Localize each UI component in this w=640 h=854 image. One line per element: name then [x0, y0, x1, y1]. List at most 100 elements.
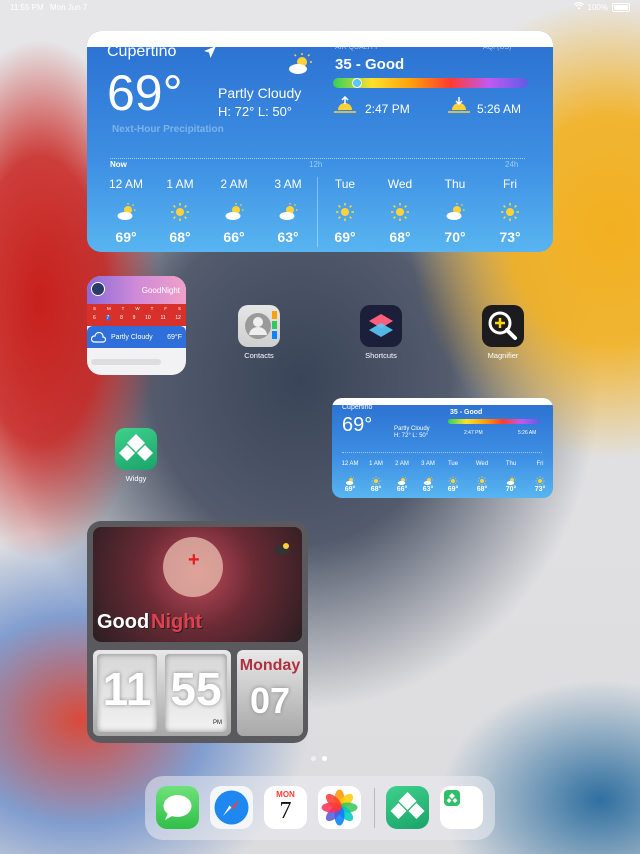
weather-temp: 69°	[107, 65, 183, 121]
mini-weather: Partly Cloudy 69°F	[87, 326, 186, 348]
app-shortcuts[interactable]: Shortcuts	[354, 305, 408, 360]
app-magnifier[interactable]: Magnifier	[476, 305, 530, 360]
hourly-temp: 66°	[223, 229, 245, 245]
greeting-night: Night	[151, 611, 203, 633]
mini-cloud-icon	[90, 331, 107, 349]
goodnight-title: GoodNight	[141, 286, 180, 295]
hourly-label: 1 AM	[166, 177, 194, 191]
calendar-date: 8	[120, 315, 123, 321]
app-label: Shortcuts	[365, 351, 397, 360]
daily-small-temp: 73°	[534, 486, 546, 493]
aqi-bar	[333, 78, 528, 88]
mini-progress	[91, 359, 161, 365]
app-label: Widgy	[125, 474, 147, 483]
dock-safari[interactable]	[210, 786, 253, 829]
daily-label: Fri	[503, 177, 517, 191]
sunset-time-small: 2:47 PM	[464, 430, 483, 436]
sun-icon	[390, 202, 410, 227]
precip-label: Next-Hour Precipitation	[112, 124, 224, 135]
aqi-value: 35 - Good	[335, 56, 405, 73]
app-widgy[interactable]: Widgy	[109, 428, 163, 483]
daily-small-label: Fri	[536, 461, 544, 467]
daily-temp: 73°	[499, 229, 521, 245]
moon-icon	[91, 282, 105, 296]
minute-card: 55 PM	[165, 654, 227, 732]
page-indicator[interactable]	[311, 756, 327, 761]
goodnight-photo: + Good Night	[93, 527, 302, 642]
battery-percent: 100%	[587, 2, 608, 12]
status-bar: 11:55 PM Mon Jun 7 100%	[0, 0, 640, 16]
cross-icon: +	[188, 549, 200, 571]
widgy-icon	[115, 428, 157, 470]
sun-icon	[170, 202, 190, 227]
aqi-scale: AQI (US)	[483, 44, 512, 51]
widgy-icon	[390, 792, 425, 819]
aqi-bar-small	[448, 419, 540, 424]
hourly-temp: 68°	[169, 229, 191, 245]
hourly-temp: 69°	[115, 229, 137, 245]
dock-widgy-recent[interactable]	[440, 786, 483, 829]
daily-temp: 70°	[444, 229, 466, 245]
calendar-weekday: S	[93, 306, 97, 311]
flip-clock: 11 55 PM	[93, 650, 231, 736]
hour-card: 11	[97, 654, 157, 732]
wifi-icon	[573, 2, 584, 12]
calendar-weekday: S	[177, 306, 181, 311]
weather-hilo: H: 72° L: 50°	[218, 104, 292, 119]
status-date: Mon Jun 7	[50, 3, 88, 12]
mini-calendar: S M T W T F S 6 7 8 9 10 11 12	[87, 304, 186, 326]
calendar-date: 6	[93, 315, 96, 321]
dock-messages[interactable]	[156, 786, 199, 829]
messages-icon	[163, 795, 192, 820]
sunrise-time-small: 5:26 AM	[518, 430, 537, 436]
weather-hilo-small: H: 72° L: 50°	[394, 433, 429, 439]
goodnight-banner: GoodNight	[87, 276, 186, 306]
page-dot-active	[322, 756, 327, 761]
greeting-good: Good	[97, 611, 150, 633]
cloud-moon-icon	[272, 541, 292, 560]
mini-weather-text: Partly Cloudy	[111, 334, 153, 341]
app-contacts[interactable]: Contacts	[232, 305, 286, 360]
widgy-small-icon	[444, 790, 460, 806]
photos-icon	[321, 789, 358, 826]
partly-cloudy-icon	[445, 202, 465, 227]
safari-icon	[214, 790, 249, 825]
daily-temp: 69°	[334, 229, 356, 245]
dock-calendar[interactable]: MON 7	[264, 786, 307, 829]
aqi-indicator	[352, 78, 363, 88]
calendar-date: 9	[132, 315, 136, 321]
magnifier-icon	[482, 305, 524, 347]
forecast-divider	[317, 177, 318, 247]
calendar-weekday: T	[150, 306, 154, 311]
calendar-date: 7	[105, 315, 111, 321]
dock-widgy[interactable]	[386, 786, 429, 829]
partly-cloudy-icon	[287, 53, 313, 75]
aqi-value-small: 35 - Good	[450, 409, 483, 416]
status-time: 11:55 PM	[10, 3, 44, 12]
app-label: Magnifier	[487, 351, 519, 360]
hourly-temp: 63°	[277, 229, 299, 245]
widget-stack[interactable]: GoodNight S M T W T F S 6 7 8 9 10 11 12 Partly Clou…	[87, 276, 186, 375]
weather-widget-small[interactable]: Cupertino 69° Partly Cloudy H: 72° L: 50…	[332, 398, 553, 498]
precip-end: 24h	[505, 160, 519, 169]
dock: MON 7	[145, 776, 495, 840]
photo-clock-widget[interactable]: + Good Night 11 55 PM Monday 07	[87, 521, 308, 743]
calendar-weekday: M	[106, 306, 111, 311]
dock-photos[interactable]	[318, 786, 361, 829]
mini-calendar-days: SMTWTFS	[93, 306, 181, 311]
sunrise-time: 5:26 AM	[477, 102, 522, 116]
app-label: Contacts	[244, 351, 274, 360]
calendar-date: 11	[160, 315, 166, 321]
precip-now: Now	[110, 160, 127, 169]
partly-cloudy-icon	[278, 202, 298, 227]
date-card: Monday 07	[237, 650, 303, 736]
sunrise-icon	[447, 96, 471, 119]
partly-cloudy-icon	[116, 202, 136, 227]
dock-divider	[374, 788, 375, 828]
clock-hour: 11	[102, 663, 152, 715]
calendar-weekday: W	[135, 306, 140, 311]
daily-label: Wed	[387, 177, 413, 191]
weather-widget-large[interactable]: Cupertino 69° Partly Cloudy H: 72° L: 50…	[87, 31, 553, 252]
location-arrow-icon	[203, 45, 217, 64]
precip-mid: 12h	[309, 160, 323, 169]
